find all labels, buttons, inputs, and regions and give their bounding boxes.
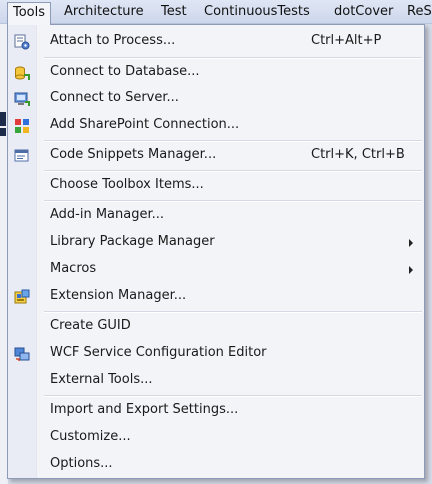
menu-item-label: Code Snippets Manager...: [50, 147, 217, 162]
menu-item-label: Customize...: [50, 429, 131, 444]
submenu-arrow-icon: [409, 239, 413, 247]
code-snippets-icon: [14, 148, 30, 164]
menu-tools[interactable]: Tools: [7, 2, 52, 25]
menu-item-connect-to-database[interactable]: Connect to Database...: [9, 60, 423, 86]
menu-item-shortcut: Ctrl+K, Ctrl+B: [311, 147, 405, 162]
menu-resharper[interactable]: ReS: [401, 2, 432, 22]
menu-item-label: External Tools...: [50, 372, 153, 387]
menu-item-attach-to-process[interactable]: Attach to Process... Ctrl+Alt+P: [9, 29, 423, 55]
menu-item-label: Options...: [50, 456, 113, 471]
menu-item-extension-manager[interactable]: Extension Manager...: [9, 284, 423, 310]
server-connect-icon: [14, 91, 30, 107]
menu-dotcover[interactable]: dotCover: [328, 2, 399, 22]
menu-item-macros[interactable]: Macros: [9, 257, 423, 283]
menu-item-label: WCF Service Configuration Editor: [50, 345, 267, 360]
menu-continuoustests[interactable]: ContinuousTests: [198, 2, 316, 22]
menu-item-label: Add-in Manager...: [50, 207, 165, 222]
menu-item-options[interactable]: Options...: [9, 452, 423, 478]
menu-item-label: Choose Toolbox Items...: [50, 177, 204, 192]
extension-manager-icon: [14, 289, 30, 305]
menu-item-label: Add SharePoint Connection...: [50, 117, 240, 132]
wcf-editor-icon: [14, 346, 30, 362]
menu-item-external-tools[interactable]: External Tools...: [9, 368, 423, 394]
menu-separator: [44, 170, 422, 172]
menu-item-label: Macros: [50, 261, 97, 276]
background-mark: [0, 128, 6, 136]
menu-item-connect-to-server[interactable]: Connect to Server...: [9, 86, 423, 112]
tools-dropdown-menu: Attach to Process... Ctrl+Alt+P Connect …: [7, 24, 425, 479]
background-mark: [0, 112, 6, 126]
menu-item-label: Attach to Process...: [50, 33, 176, 48]
menu-separator: [44, 57, 422, 59]
menu-item-import-export-settings[interactable]: Import and Export Settings...: [9, 398, 423, 424]
menu-item-label: Connect to Database...: [50, 64, 200, 79]
menu-item-label: Extension Manager...: [50, 288, 187, 303]
menu-item-wcf-service-configuration-editor[interactable]: WCF Service Configuration Editor: [9, 341, 423, 367]
menu-item-label: Import and Export Settings...: [50, 402, 239, 417]
sharepoint-icon: [14, 118, 30, 134]
menu-item-label: Create GUID: [50, 318, 131, 333]
menu-item-add-in-manager[interactable]: Add-in Manager...: [9, 203, 423, 229]
menu-item-library-package-manager[interactable]: Library Package Manager: [9, 230, 423, 256]
menu-separator: [44, 140, 422, 142]
menu-item-code-snippets-manager[interactable]: Code Snippets Manager... Ctrl+K, Ctrl+B: [9, 143, 423, 169]
menu-item-create-guid[interactable]: Create GUID: [9, 314, 423, 340]
menu-item-label: Library Package Manager: [50, 234, 215, 249]
database-connect-icon: [14, 65, 30, 81]
menu-separator: [44, 200, 422, 202]
menu-separator: [44, 311, 422, 313]
menu-item-customize[interactable]: Customize...: [9, 425, 423, 451]
menu-item-label: Connect to Server...: [50, 90, 179, 105]
menu-item-add-sharepoint-connection[interactable]: Add SharePoint Connection...: [9, 113, 423, 139]
menu-separator: [44, 395, 422, 397]
attach-process-icon: [14, 34, 30, 50]
menu-item-shortcut: Ctrl+Alt+P: [311, 33, 382, 48]
menu-bar: Tools Architecture Test ContinuousTests …: [0, 0, 432, 25]
submenu-arrow-icon: [409, 266, 413, 274]
menu-test[interactable]: Test: [155, 2, 193, 22]
menu-item-choose-toolbox-items[interactable]: Choose Toolbox Items...: [9, 173, 423, 199]
menu-architecture[interactable]: Architecture: [58, 2, 150, 22]
